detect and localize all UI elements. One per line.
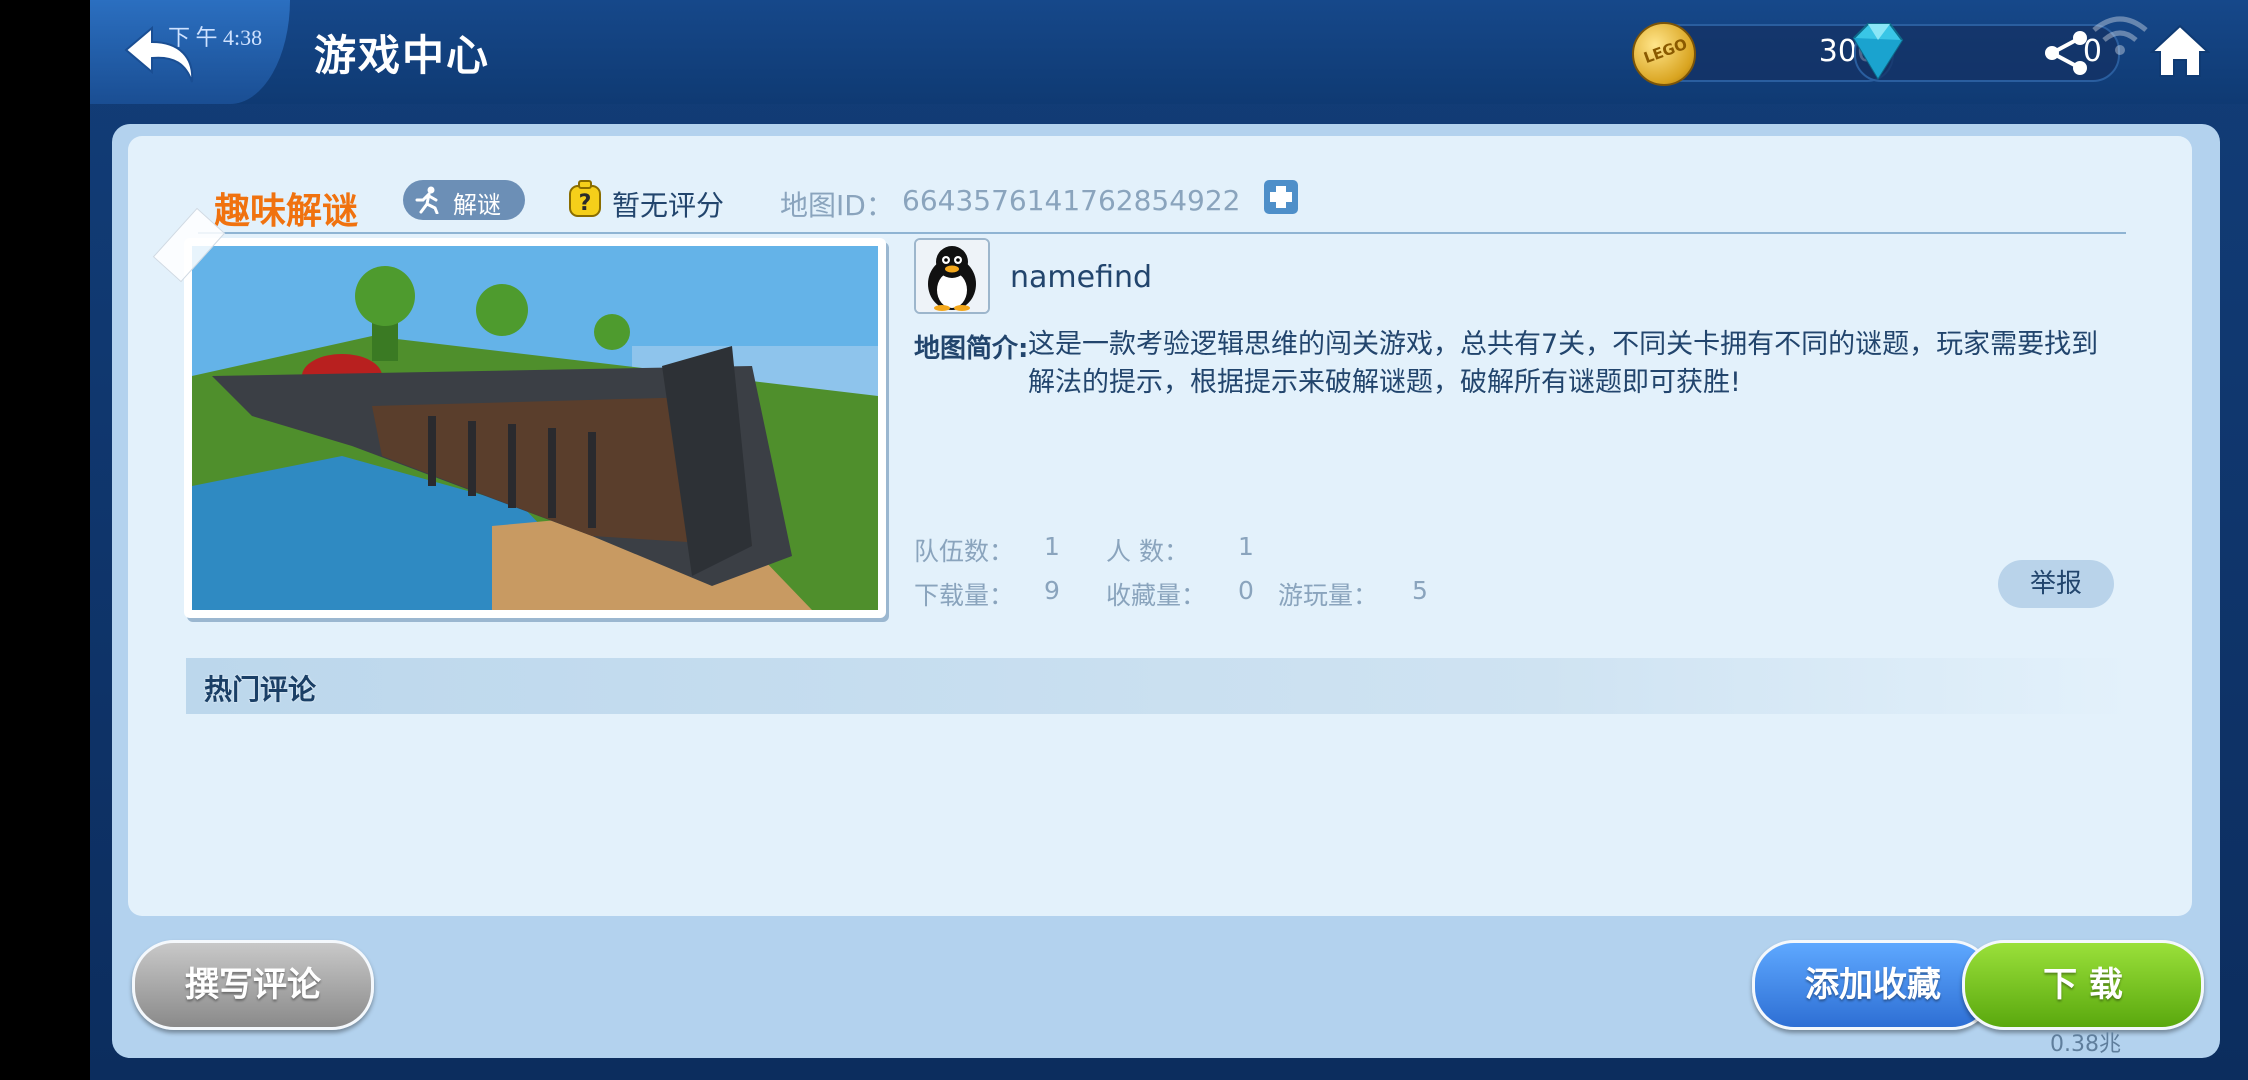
download-button[interactable]: 下 载 — [1962, 940, 2204, 1030]
downloads-value: 9 — [1044, 576, 1060, 605]
share-icon[interactable] — [2042, 28, 2092, 78]
player-count-value: 1 — [1238, 532, 1254, 561]
description-label: 地图简介: — [914, 334, 1029, 364]
diamond-icon — [1852, 23, 1904, 80]
favorites-value: 0 — [1238, 576, 1254, 605]
map-thumbnail[interactable] — [184, 238, 886, 618]
hot-comments-title: 热门评论 — [204, 673, 317, 706]
back-button[interactable]: 下 午 4:38 — [90, 0, 290, 104]
add-favorite-button[interactable]: 添加收藏 — [1752, 940, 1994, 1030]
player-count-label: 人 数： — [1106, 537, 1189, 566]
penguin-avatar-icon — [916, 240, 988, 312]
downloads-label: 下载量： — [914, 581, 1015, 610]
header-bar: 下 午 4:38 游戏中心 LEGO 300 0 — [90, 0, 2248, 104]
author-name[interactable]: namefind — [1010, 260, 1152, 295]
clock-text: 下 午 4:38 — [168, 25, 263, 50]
description-text: 这是一款考验逻辑思维的闯关游戏，总共有7关，不同关卡拥有不同的谜题，玩家需要找到… — [1028, 329, 2099, 398]
map-id-label: 地图ID： — [780, 189, 894, 222]
hot-comments-header: 热门评论 — [186, 658, 2130, 714]
running-person-icon — [415, 186, 439, 214]
author-avatar[interactable] — [914, 238, 990, 314]
svg-text:?: ? — [579, 191, 592, 216]
question-mark-icon: ? — [569, 180, 601, 217]
map-preview-image — [192, 246, 878, 610]
page-title: 游戏中心 — [314, 31, 491, 80]
team-count-label: 队伍数： — [914, 537, 1015, 566]
game-center-screen: 下 午 4:38 游戏中心 LEGO 300 0 趣味解谜 解谜 ? 暂无评分 … — [90, 0, 2248, 1080]
home-icon[interactable] — [2150, 24, 2210, 78]
title-divider — [198, 232, 2126, 234]
map-title: 趣味解谜 — [214, 191, 359, 232]
lego-coin-icon: LEGO — [1632, 22, 1696, 86]
genre-label: 解谜 — [453, 191, 501, 219]
map-info-card: 趣味解谜 解谜 ? 暂无评分 地图ID： 6643576141762854922 — [128, 136, 2192, 916]
report-button[interactable]: 举报 — [1998, 560, 2114, 608]
wifi-signal-icon — [2092, 16, 2148, 55]
plays-value: 5 — [1412, 576, 1428, 605]
main-panel: 趣味解谜 解谜 ? 暂无评分 地图ID： 6643576141762854922 — [112, 124, 2220, 1058]
write-comment-button[interactable]: 撰写评论 — [132, 940, 374, 1030]
favorites-label: 收藏量： — [1106, 581, 1207, 610]
copy-id-icon[interactable] — [1264, 180, 1298, 214]
download-size-text: 0.38兆 — [2050, 1032, 2121, 1057]
genre-tag: 解谜 — [403, 180, 525, 220]
map-id-value: 6643576141762854922 — [902, 184, 1241, 217]
team-count-value: 1 — [1044, 532, 1060, 561]
rating-text: 暂无评分 — [612, 189, 725, 222]
plays-label: 游玩量： — [1278, 581, 1379, 610]
